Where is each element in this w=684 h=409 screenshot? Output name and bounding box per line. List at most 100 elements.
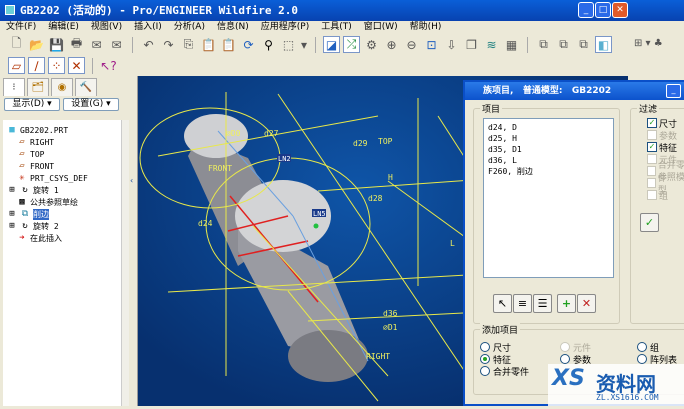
wireframe-icon[interactable]: ⧉ <box>535 36 552 53</box>
paste-icon[interactable]: 📋 <box>200 36 217 53</box>
add-merge-part-radio[interactable]: 合并零件 <box>480 365 529 378</box>
orient-mode-icon[interactable]: ⚙ <box>363 36 380 53</box>
tab-favorites[interactable]: ◉ <box>51 78 73 96</box>
view-manager-icon[interactable]: ▦ <box>503 36 520 53</box>
find-icon[interactable]: ⚲ <box>260 36 277 53</box>
tree-item-front[interactable]: ▱ FRONT <box>3 160 121 172</box>
no-hidden-icon[interactable]: ⧉ <box>575 36 592 53</box>
remove-item-button[interactable]: ✕ <box>577 294 596 313</box>
menu-info[interactable]: 信息(N) <box>217 21 249 34</box>
menu-help[interactable]: 帮助(H) <box>410 21 442 34</box>
tree-item-part[interactable]: ■ GB2202.PRT <box>3 124 121 136</box>
repaint-icon[interactable]: ◪ <box>323 36 340 53</box>
watermark-logo: XS 资料网 ZL.XS1616.COM <box>548 364 684 406</box>
dialog-minimize-button[interactable]: _ <box>666 84 681 98</box>
dropdown-icon[interactable]: ▾ <box>300 36 308 53</box>
print-icon[interactable]: 🖶 <box>68 36 85 53</box>
collapse-arrow-icon[interactable]: ‹ <box>130 176 133 185</box>
panel-splitter[interactable]: ‹ <box>129 76 138 406</box>
shading-icon[interactable]: ◧ <box>595 36 612 53</box>
send-icon[interactable]: ✉ <box>88 36 105 53</box>
saved-views-icon[interactable]: ❐ <box>463 36 480 53</box>
regenerate-icon[interactable]: ⟳ <box>240 36 257 53</box>
list-item[interactable]: d25, H <box>488 133 609 144</box>
zoom-in-icon[interactable]: ⊕ <box>383 36 400 53</box>
show-dropdown[interactable]: 显示(D) ▾ <box>4 98 60 111</box>
add-item-button[interactable]: + <box>557 294 576 313</box>
send-mail-icon[interactable]: ✉ <box>108 36 125 53</box>
datum-plane-display-icon[interactable]: ▱ <box>8 57 25 74</box>
grid-icon[interactable]: ⊞ ▾ ♣ <box>630 34 684 53</box>
filter-dimension-checkbox[interactable]: ✓ 尺寸 <box>647 117 684 130</box>
list-item[interactable]: d35, D1 <box>488 144 609 155</box>
select-box-icon[interactable]: ⬚ <box>280 36 297 53</box>
settings-dropdown[interactable]: 设置(G) ▾ <box>63 98 119 111</box>
datum-point-display-icon[interactable]: ⁘ <box>48 57 65 74</box>
family-items-dialog: 族项目, 普通模型: GB2202 _ 项目 d24, D d25, H d35… <box>463 80 684 406</box>
tree-item-right[interactable]: ▱ RIGHT <box>3 136 121 148</box>
menu-tools[interactable]: 工具(T) <box>321 21 352 34</box>
tree-item-insert-here[interactable]: ➔ 在此插入 <box>3 232 121 244</box>
menu-edit[interactable]: 编辑(E) <box>48 21 79 34</box>
part-icon: ■ <box>9 125 15 135</box>
add-feature-radio[interactable]: 特征 <box>480 353 511 366</box>
spin-center-icon[interactable]: ⤮ <box>343 36 360 53</box>
dim-d24: d24 <box>198 219 213 228</box>
hidden-line-icon[interactable]: ⧉ <box>555 36 572 53</box>
zoom-out-icon[interactable]: ⊖ <box>403 36 420 53</box>
menu-file[interactable]: 文件(F) <box>6 21 36 34</box>
sketch-icon: ▩ <box>19 197 25 207</box>
add-component-radio: 元件 <box>560 341 591 354</box>
items-list[interactable]: d24, D d25, H d35, D1 d36, L F260, 削边 <box>483 118 614 278</box>
open-icon[interactable]: 📂 <box>28 36 45 53</box>
list-item[interactable]: d36, L <box>488 155 609 166</box>
expand-icon[interactable]: ⊞ <box>7 209 17 219</box>
tree-item-sketch[interactable]: ▩ 公共参照草绘 <box>3 196 121 208</box>
list-view-button[interactable]: ≡ <box>513 294 532 313</box>
tab-model-tree[interactable]: ⁝ <box>3 78 25 96</box>
tree-item-revolve-1[interactable]: ⊞ ↻ 旋转 1 <box>3 184 121 196</box>
menu-window[interactable]: 窗口(W) <box>364 21 398 34</box>
paste-special-icon[interactable]: 📋 <box>220 36 237 53</box>
separator <box>315 36 316 53</box>
undo-icon[interactable]: ↶ <box>140 36 157 53</box>
maximize-button[interactable]: □ <box>595 2 611 18</box>
tree-item-csys[interactable]: ✳ PRT_CSYS_DEF <box>3 172 121 184</box>
minimize-button[interactable]: _ <box>578 2 594 18</box>
add-group-radio[interactable]: 组 <box>637 341 659 354</box>
tree-item-revolve-2[interactable]: ⊞ ↻ 旋转 2 <box>3 220 121 232</box>
refit-icon[interactable]: ⊡ <box>423 36 440 53</box>
menu-analysis[interactable]: 分析(A) <box>174 21 205 34</box>
filter-apply-button[interactable]: ✓ <box>640 213 659 232</box>
tree-scrollbar[interactable] <box>121 120 129 406</box>
detail-view-button[interactable]: ☰ <box>533 294 552 313</box>
items-label: 项目 <box>480 102 503 115</box>
tree-item-cut[interactable]: ⊞ ⧉ 削边 <box>3 208 121 220</box>
add-dimension-radio[interactable]: 尺寸 <box>480 341 511 354</box>
datum-toolbar: ▱ ∕ ⁘ ✕ ↖? <box>0 55 630 76</box>
xs-logo-icon: XS <box>552 366 585 391</box>
copy-icon[interactable]: ⎘ <box>180 36 197 53</box>
list-item[interactable]: d24, D <box>488 122 609 133</box>
tab-connections[interactable]: 🔨 <box>75 78 97 96</box>
redo-icon[interactable]: ↷ <box>160 36 177 53</box>
list-item[interactable]: F260, 削边 <box>488 166 609 177</box>
layers-icon[interactable]: ≋ <box>483 36 500 53</box>
expand-icon[interactable]: ⊞ <box>7 185 17 195</box>
datum-axis-display-icon[interactable]: ∕ <box>28 57 45 74</box>
save-icon[interactable]: 💾 <box>48 36 65 53</box>
title-bar: GB2202 (活动的) - Pro/ENGINEER Wildfire 2.0 <box>0 0 630 21</box>
tree-item-top[interactable]: ▱ TOP <box>3 148 121 160</box>
filter-feature-checkbox[interactable]: ✓ 特征 <box>647 141 684 154</box>
csys-display-icon[interactable]: ✕ <box>68 57 85 74</box>
reorient-icon[interactable]: ⇩ <box>443 36 460 53</box>
expand-icon[interactable]: ⊞ <box>7 221 17 231</box>
tab-folder-browser[interactable]: 🗂 <box>27 78 49 96</box>
menu-view[interactable]: 视图(V) <box>91 21 122 34</box>
select-button[interactable]: ↖ <box>493 294 512 313</box>
menu-applications[interactable]: 应用程序(P) <box>261 21 309 34</box>
context-help-icon[interactable]: ↖? <box>100 57 117 74</box>
new-icon[interactable]: 🗋 <box>8 36 25 53</box>
close-button[interactable]: ✕ <box>612 2 628 18</box>
menu-insert[interactable]: 插入(I) <box>134 21 162 34</box>
